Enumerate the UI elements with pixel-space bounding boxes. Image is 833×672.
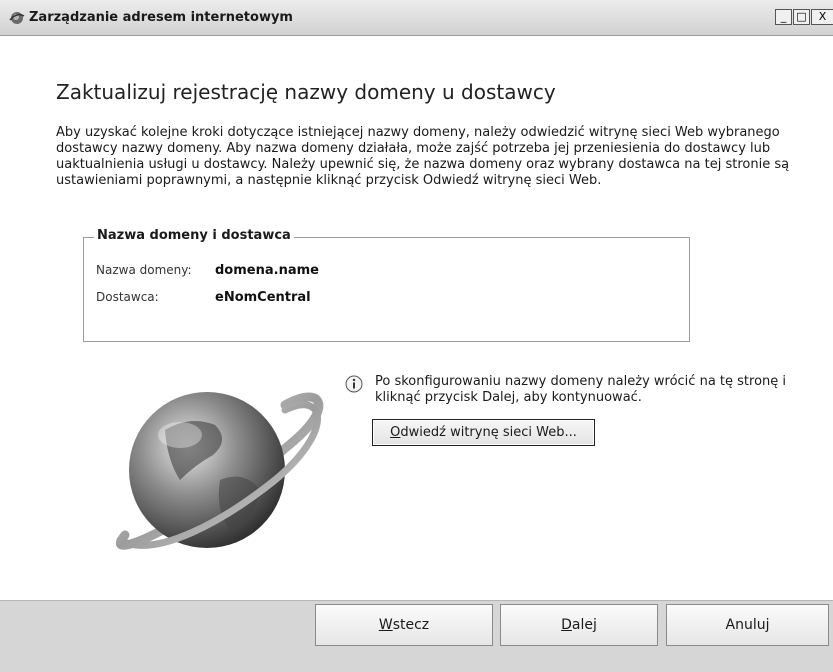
visit-website-label: dwiedź witrynę sieci Web... xyxy=(400,425,577,440)
back-accel: W xyxy=(378,617,393,633)
group-legend: Nazwa domeny i dostawca xyxy=(94,228,294,243)
next-label: alej xyxy=(571,617,597,633)
domain-name-label: Nazwa domeny: xyxy=(96,263,192,277)
back-label: stecz xyxy=(392,617,430,633)
window-title: Zarządzanie adresem internetowym xyxy=(29,10,293,25)
page-heading: Zaktualizuj rejestrację nazwy domeny u d… xyxy=(56,80,556,104)
info-message: Po skonfigurowaniu nazwy domeny należy w… xyxy=(375,374,787,405)
title-bar[interactable]: Zarządzanie adresem internetowym _ □ X xyxy=(0,0,833,36)
globe-illustration xyxy=(115,392,324,550)
description-text: Aby uzyskać kolejne kroki dotyczące istn… xyxy=(56,125,790,188)
close-button[interactable]: X xyxy=(811,9,833,25)
info-icon xyxy=(345,375,363,393)
app-globe-icon xyxy=(9,12,25,24)
minimize-button[interactable]: _ xyxy=(775,9,792,25)
maximize-button[interactable]: □ xyxy=(793,9,810,25)
domain-provider-group: Nazwa domeny i dostawca Nazwa domeny: do… xyxy=(83,228,690,342)
next-button[interactable]: Dalej xyxy=(500,604,658,646)
provider-label: Dostawca: xyxy=(96,290,159,304)
back-button[interactable]: Wstecz xyxy=(315,604,493,646)
provider-value: eNomCentral xyxy=(215,290,311,305)
next-accel: D xyxy=(561,617,572,633)
cancel-button[interactable]: Anuluj xyxy=(666,604,829,646)
domain-name-value: domena.name xyxy=(215,263,319,278)
visit-website-button[interactable]: Odwiedź witrynę sieci Web... xyxy=(372,419,595,446)
visit-website-accel: O xyxy=(390,425,401,440)
